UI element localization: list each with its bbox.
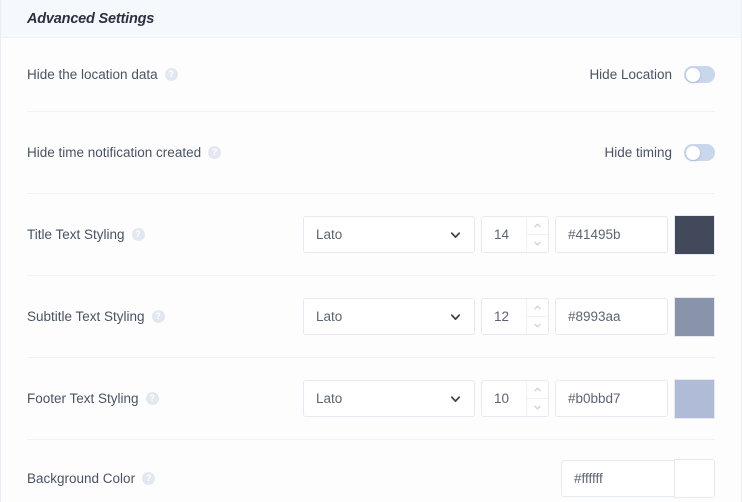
setting-label-subtitle-text-styling: Subtitle Text Styling <box>27 309 145 324</box>
toggle-hide-location[interactable] <box>684 66 715 83</box>
font-color-value: #41495b <box>568 227 621 242</box>
row-controls: Hide timing <box>604 144 715 161</box>
chevron-down-icon <box>450 231 461 238</box>
help-circle-icon[interactable]: ? <box>131 228 145 241</box>
font-color-input-title[interactable]: #41495b <box>555 216 668 253</box>
background-color-value: #ffffff <box>574 470 603 486</box>
toggle-knob <box>685 67 700 82</box>
setting-label-title-text-styling: Title Text Styling <box>27 227 125 242</box>
color-swatch-footer[interactable] <box>674 378 715 419</box>
font-size-value: 12 <box>494 309 510 324</box>
toggle-label-hide-timing: Hide timing <box>604 145 672 160</box>
row-controls: Lato 10 #b0bbd7 <box>303 378 715 419</box>
font-size-input-footer[interactable]: 10 <box>481 380 549 417</box>
setting-row-background-color: Background Color ? #ffffff <box>27 440 715 502</box>
font-family-select-footer[interactable]: Lato <box>303 380 475 417</box>
setting-row-hide-timing: Hide time notification created ? Hide ti… <box>27 112 715 194</box>
chevron-up-icon <box>534 223 541 228</box>
chevron-down-icon <box>450 395 461 402</box>
row-label: Background Color ? <box>27 470 156 486</box>
row-label: Title Text Styling ? <box>27 227 145 242</box>
help-circle-icon[interactable]: ? <box>145 392 159 405</box>
font-color-input-subtitle[interactable]: #8993aa <box>555 298 668 335</box>
chevron-down-icon <box>534 405 541 410</box>
toggle-hide-timing[interactable] <box>684 144 715 161</box>
help-circle-icon[interactable]: ? <box>164 68 178 81</box>
help-circle-icon[interactable]: ? <box>151 310 165 323</box>
setting-label-hide-location: Hide the location data <box>27 67 158 82</box>
background-color-input[interactable]: #ffffff <box>561 459 674 497</box>
row-label: Hide time notification created ? <box>27 145 222 160</box>
font-family-select-title[interactable]: Lato <box>303 216 475 253</box>
settings-list: Hide the location data ? Hide Location H… <box>1 38 741 502</box>
stepper-down-button[interactable] <box>527 317 548 334</box>
font-size-value: 14 <box>494 227 510 242</box>
font-family-select-subtitle[interactable]: Lato <box>303 298 475 335</box>
help-circle-icon[interactable]: ? <box>142 471 156 485</box>
stepper-down-button[interactable] <box>527 235 548 252</box>
help-circle-icon[interactable]: ? <box>208 146 222 159</box>
stepper-up-button[interactable] <box>527 381 548 399</box>
font-color-input-footer[interactable]: #b0bbd7 <box>555 380 668 417</box>
setting-row-hide-location: Hide the location data ? Hide Location <box>27 38 715 112</box>
setting-row-footer-text-styling: Footer Text Styling ? Lato 10 #b0bbd7 <box>27 358 715 440</box>
font-size-stepper-subtitle <box>526 299 548 334</box>
text-style-cluster-subtitle: Lato 12 #8993aa <box>303 296 715 337</box>
setting-row-title-text-styling: Title Text Styling ? Lato 14 #41495b <box>27 194 715 276</box>
font-family-value: Lato <box>316 309 343 324</box>
setting-label-footer-text-styling: Footer Text Styling <box>27 391 139 406</box>
text-style-cluster-footer: Lato 10 #b0bbd7 <box>303 378 715 419</box>
page-title: Advanced Settings <box>27 10 155 27</box>
panel-header: Advanced Settings <box>1 0 741 38</box>
font-color-value: #b0bbd7 <box>568 391 621 406</box>
row-label: Subtitle Text Styling ? <box>27 309 165 324</box>
row-controls: Lato 12 #8993aa <box>303 296 715 337</box>
toggle-knob <box>685 145 700 160</box>
color-swatch-subtitle[interactable] <box>674 296 715 337</box>
font-color-value: #8993aa <box>568 309 621 324</box>
chevron-down-icon <box>450 313 461 320</box>
row-label: Hide the location data ? <box>27 67 178 82</box>
stepper-up-button[interactable] <box>527 217 548 235</box>
font-size-input-subtitle[interactable]: 12 <box>481 298 549 335</box>
setting-label-hide-timing: Hide time notification created <box>27 145 202 160</box>
toggle-label-hide-location: Hide Location <box>589 67 672 82</box>
toggle-group-hide-location: Hide Location <box>589 66 715 83</box>
chevron-up-icon <box>534 387 541 392</box>
chevron-down-icon <box>534 241 541 246</box>
toggle-group-hide-timing: Hide timing <box>604 144 715 161</box>
font-family-value: Lato <box>316 391 343 406</box>
stepper-down-button[interactable] <box>527 399 548 416</box>
setting-row-subtitle-text-styling: Subtitle Text Styling ? Lato 12 #8993aa <box>27 276 715 358</box>
row-controls: Hide Location <box>589 66 715 83</box>
advanced-settings-panel: Advanced Settings Hide the location data… <box>0 0 742 502</box>
row-controls: #ffffff <box>561 458 715 498</box>
font-family-value: Lato <box>316 227 343 242</box>
text-style-cluster-title: Lato 14 #41495b <box>303 214 715 255</box>
font-size-input-title[interactable]: 14 <box>481 216 549 253</box>
color-swatch-title[interactable] <box>674 214 715 255</box>
chevron-down-icon <box>534 323 541 328</box>
row-controls: Lato 14 #41495b <box>303 214 715 255</box>
background-color-cluster: #ffffff <box>561 458 715 498</box>
stepper-up-button[interactable] <box>527 299 548 317</box>
font-size-value: 10 <box>494 391 510 406</box>
row-label: Footer Text Styling ? <box>27 391 159 406</box>
color-swatch-background[interactable] <box>674 458 715 498</box>
font-size-stepper-title <box>526 217 548 252</box>
font-size-stepper-footer <box>526 381 548 416</box>
chevron-up-icon <box>534 305 541 310</box>
setting-label-background-color: Background Color <box>27 470 136 486</box>
